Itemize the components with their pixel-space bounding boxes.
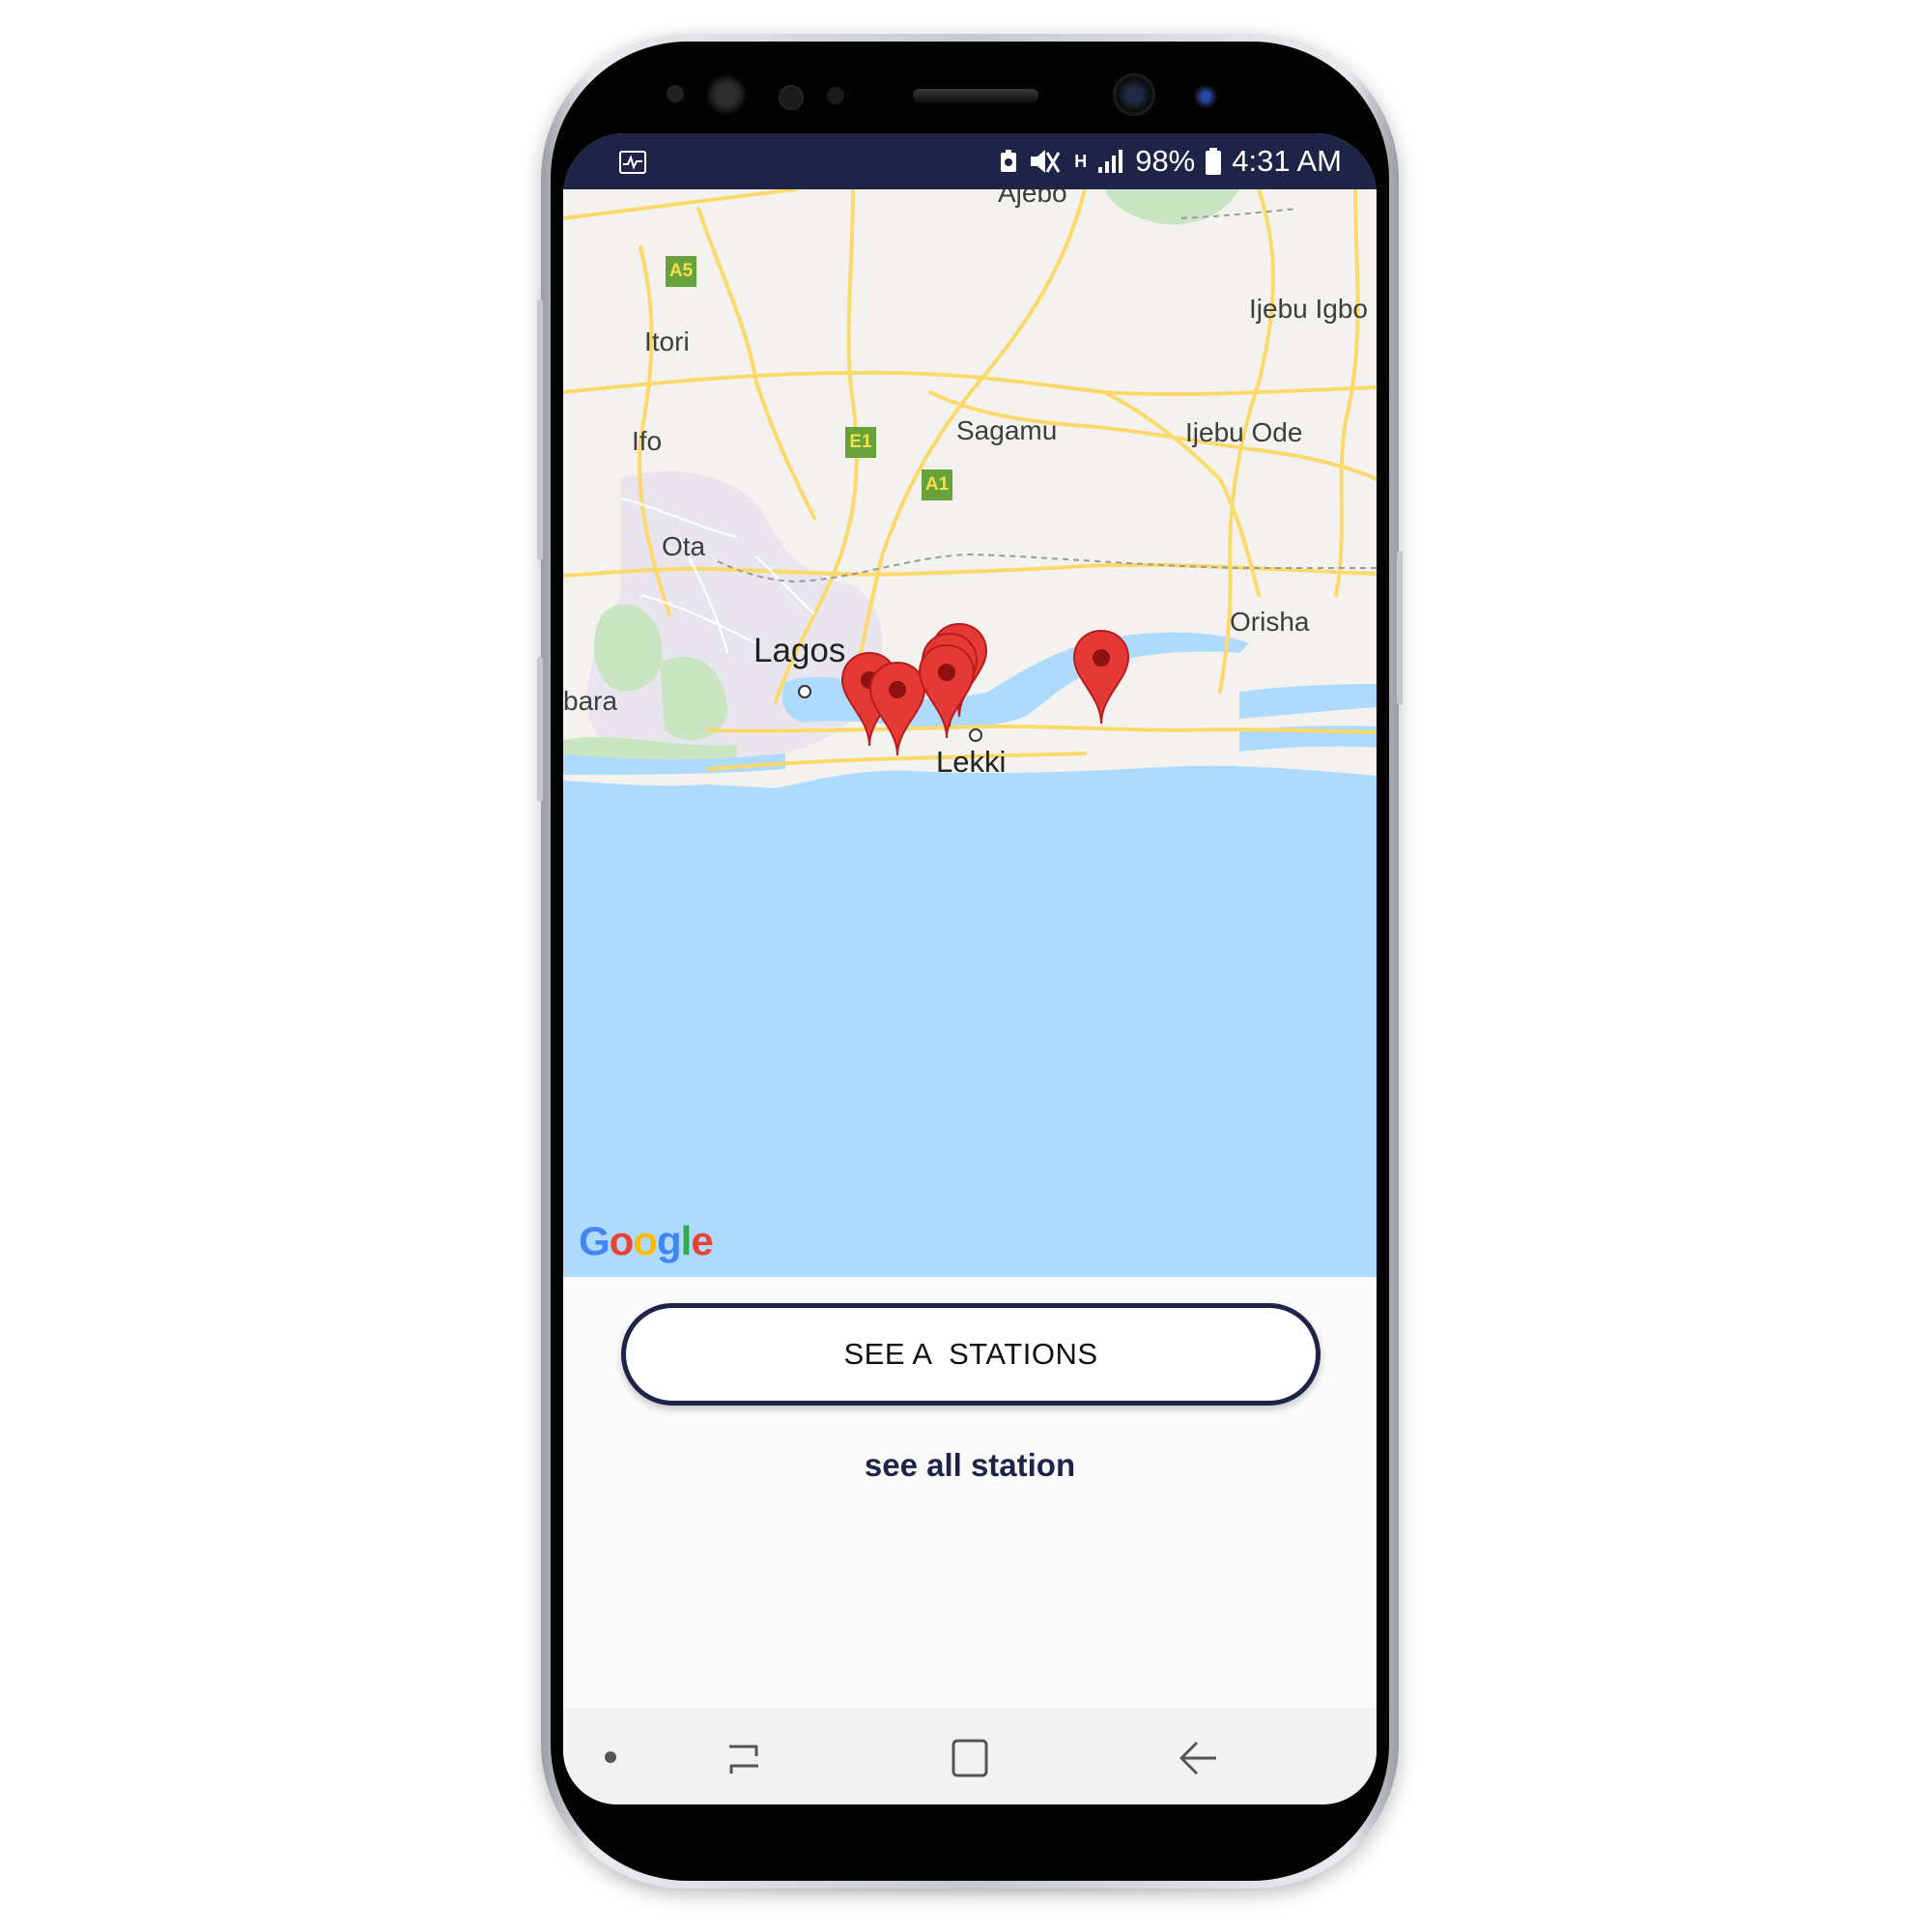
map-label-lekki: Lekki xyxy=(936,745,1007,779)
mute-icon xyxy=(1031,150,1061,173)
road-badge-a1: A1 xyxy=(922,469,952,500)
home-dot-icon xyxy=(605,1751,616,1763)
iris-sensor-icon xyxy=(707,75,746,114)
map-label-ajebo: Ajebo xyxy=(998,189,1067,208)
iris-camera-icon xyxy=(1194,85,1217,108)
map-label-ijebu-ode: Ijebu Ode xyxy=(1185,417,1303,447)
map-marker[interactable] xyxy=(918,643,976,740)
light-sensor-icon xyxy=(827,87,844,104)
google-logo-letter: G xyxy=(579,1218,611,1264)
status-bar: H 98% 4:31 AM xyxy=(563,133,1377,189)
battery-percent: 98% xyxy=(1135,144,1196,178)
back-icon[interactable] xyxy=(1176,1737,1220,1779)
screen: H 98% 4:31 AM Ajebo Itori Ijebu Igbo Ifo… xyxy=(563,133,1377,1804)
map-label-ifo: Ifo xyxy=(632,426,663,456)
map-label-ijebu-igbo: Ijebu Igbo xyxy=(1249,294,1368,324)
sensor-icon xyxy=(667,85,684,102)
google-logo-letter: o xyxy=(633,1218,658,1264)
earpiece-speaker xyxy=(913,89,1038,102)
volume-down-button xyxy=(537,657,543,802)
clock: 4:31 AM xyxy=(1232,144,1342,178)
google-logo-letter: l xyxy=(680,1218,693,1264)
google-logo[interactable]: Google xyxy=(579,1218,714,1264)
actions-panel: SEE A STATIONS see all station xyxy=(563,1277,1377,1708)
recent-apps-icon[interactable] xyxy=(722,1737,766,1779)
battery-icon xyxy=(1206,148,1222,175)
network-type-label: H xyxy=(1074,151,1088,171)
map-label-itori: Itori xyxy=(644,327,690,356)
road-badge-a5: A5 xyxy=(666,256,696,287)
google-logo-letter: o xyxy=(609,1218,635,1264)
power-button xyxy=(1397,551,1403,705)
road-badge-e1: E1 xyxy=(845,427,876,458)
map-label-orisha: Orisha xyxy=(1230,607,1310,637)
map-marker[interactable] xyxy=(1072,629,1130,725)
home-icon[interactable] xyxy=(948,1737,992,1779)
front-camera-icon xyxy=(1113,73,1155,116)
volume-up-button xyxy=(537,299,543,560)
map-label-badagry-partial: bara xyxy=(563,686,618,716)
google-logo-letter: g xyxy=(656,1218,682,1264)
navigation-bar xyxy=(563,1708,1377,1804)
map-label-ota: Ota xyxy=(662,531,706,561)
map-label-lagos: Lagos xyxy=(753,632,846,669)
see-all-station-link[interactable]: see all station xyxy=(563,1447,1377,1484)
signal-icon xyxy=(1098,150,1123,173)
activity-icon xyxy=(619,151,646,174)
map-view[interactable]: Ajebo Itori Ijebu Igbo Ifo Sagamu Ijebu … xyxy=(563,189,1377,1277)
proximity-sensor-icon xyxy=(779,85,804,110)
map-label-sagamu: Sagamu xyxy=(956,415,1058,445)
status-icons: H 98% 4:31 AM xyxy=(999,144,1342,178)
see-stations-button[interactable]: SEE A STATIONS xyxy=(621,1303,1321,1406)
google-logo-letter: e xyxy=(691,1218,713,1264)
battery-saver-icon xyxy=(1001,150,1017,172)
